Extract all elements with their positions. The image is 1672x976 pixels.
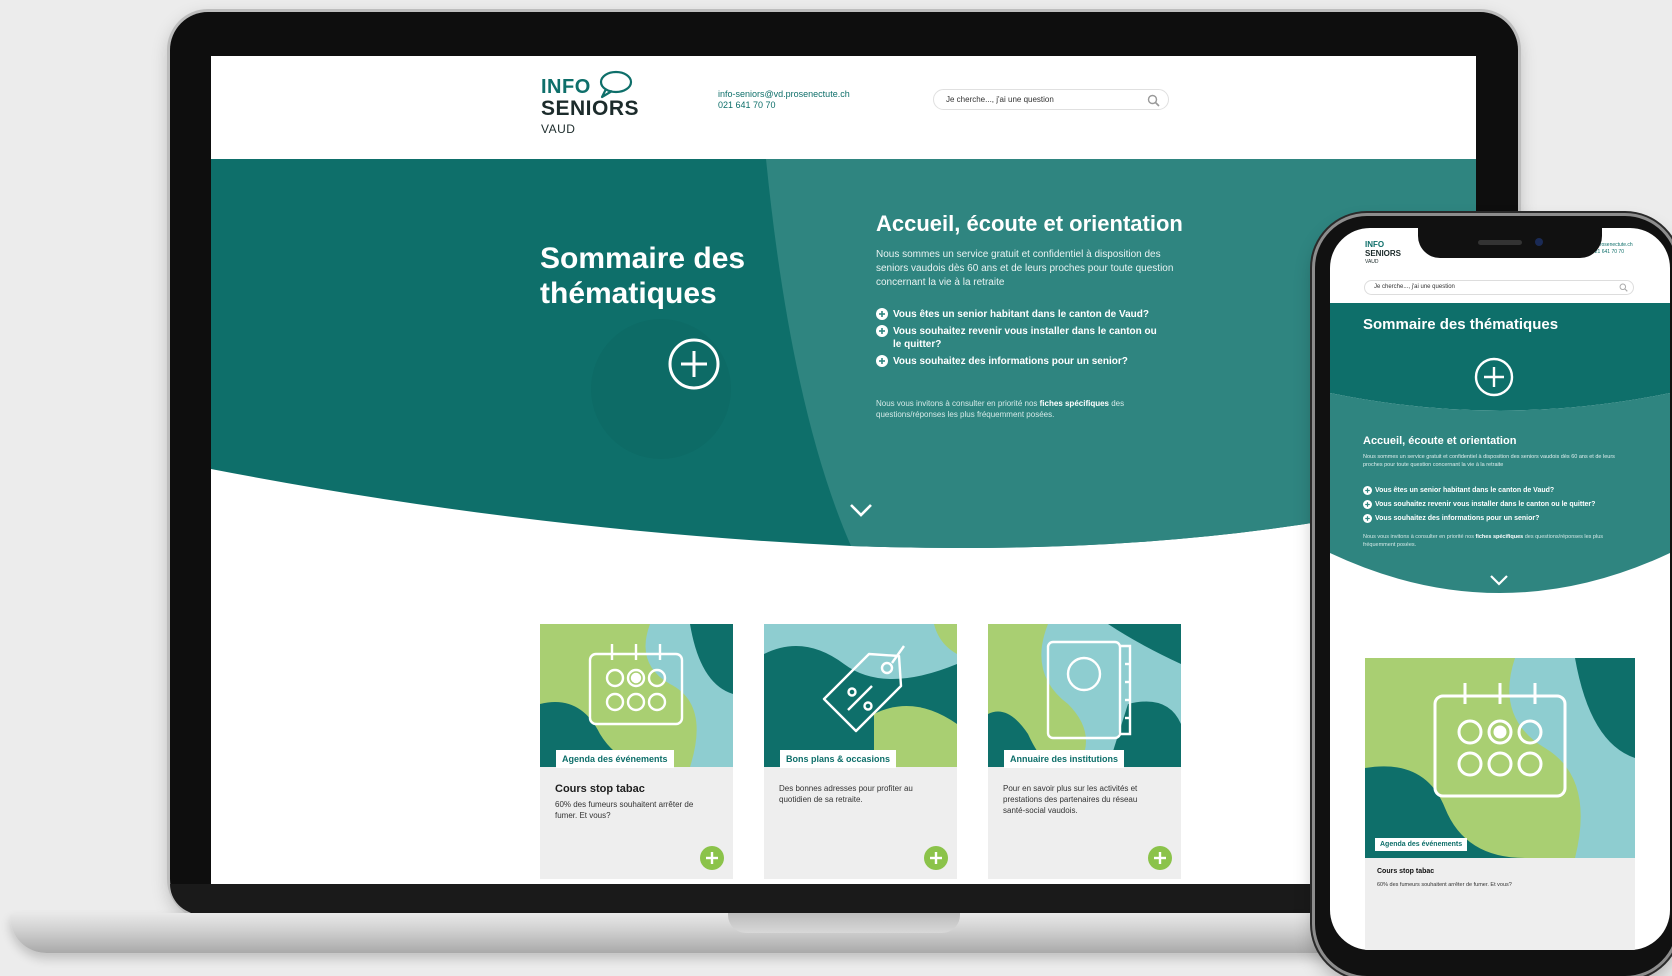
contact-phone[interactable]: 021 641 70 70	[718, 100, 850, 111]
phone-camera	[1535, 238, 1543, 246]
plus-circle-icon	[1363, 500, 1372, 509]
question-item[interactable]: Vous êtes un senior habitant dans le can…	[876, 308, 1166, 321]
mobile-card-description: 60% des fumeurs souhaitent arrêter de fu…	[1377, 882, 1512, 888]
card-tag: Agenda des événements	[556, 750, 674, 768]
phone-speaker	[1478, 240, 1522, 245]
hero-right-title: Accueil, écoute et orientation	[876, 211, 1183, 236]
mobile-question-item[interactable]: Vous êtes un senior habitant dans le can…	[1363, 486, 1643, 495]
plus-circle-icon	[1363, 486, 1372, 495]
mobile-logo-vaud: VAUD	[1365, 259, 1379, 265]
mobile-note-link[interactable]: fiches spécifiques	[1476, 534, 1524, 540]
mobile-question-list: Vous êtes un senior habitant dans le can…	[1363, 486, 1643, 528]
plus-circle-icon	[876, 355, 888, 367]
card-tag: Bons plans & occasions	[780, 750, 897, 768]
logo-line-seniors: SENIORS	[541, 97, 640, 120]
card-illustration	[540, 624, 733, 767]
question-list: Vous êtes un senior habitant dans le can…	[876, 308, 1166, 372]
mobile-question-text: Vous êtes un senior habitant dans le can…	[1375, 487, 1555, 494]
mobile-question-item[interactable]: Vous souhaitez revenir vous installer da…	[1363, 500, 1643, 509]
question-text: Vous souhaitez revenir vous installer da…	[893, 326, 1157, 350]
mobile-question-text: Vous souhaitez revenir vous installer da…	[1375, 501, 1596, 508]
card-title: Cours stop tabac	[555, 783, 645, 795]
logo-line-vaud: VAUD	[541, 122, 576, 136]
card-description: 60% des fumeurs souhaitent arrêter de fu…	[555, 800, 694, 820]
contact-email[interactable]: info-seniors@vd.prosenectute.ch	[718, 89, 850, 100]
site-header: INFO SENIORS VAUD info-seniors@vd.prosen…	[211, 56, 1476, 159]
mobile-note: Nous vous invitons à consulter en priori…	[1363, 533, 1633, 549]
question-text: Vous souhaitez des informations pour un …	[893, 356, 1128, 367]
search-icon[interactable]	[1147, 94, 1160, 107]
question-text: Vous êtes un senior habitant dans le can…	[893, 309, 1149, 320]
mobile-page: INFO SENIORS VAUD @prosenectute.ch 021 6…	[1330, 228, 1670, 950]
plus-circle-icon[interactable]	[700, 846, 724, 870]
mobile-logo-seniors: SENIORS	[1365, 249, 1402, 258]
search-input[interactable]: Je cherche..., j'ai une question	[933, 89, 1169, 110]
plus-circle-icon[interactable]	[924, 846, 948, 870]
mobile-contact-phone[interactable]: 021 641 70 70	[1592, 249, 1633, 256]
chevron-down-icon[interactable]	[848, 501, 874, 519]
speech-bubble-icon	[599, 70, 633, 99]
question-item[interactable]: Vous souhaitez revenir vous installer da…	[876, 325, 1166, 351]
plus-circle-icon[interactable]	[1148, 846, 1172, 870]
card-tag: Annuaire des institutions	[1004, 750, 1125, 768]
hero-intro: Nous sommes un service gratuit et confid…	[876, 249, 1174, 288]
hero-section	[211, 159, 1476, 591]
mobile-logo[interactable]: INFO SENIORS VAUD	[1365, 240, 1401, 267]
plus-circle-icon[interactable]	[1473, 356, 1515, 398]
mobile-logo-info: INFO	[1365, 240, 1385, 249]
mobile-search-placeholder: Je cherche..., j'ai une question	[1374, 284, 1455, 290]
hero-left-title: Sommaire des thématiques	[540, 242, 746, 310]
question-item[interactable]: Vous souhaitez des informations pour un …	[876, 355, 1166, 368]
plus-circle-icon	[876, 308, 888, 320]
site-logo[interactable]: INFO SENIORS VAUD	[541, 70, 671, 136]
card-annuaire[interactable]: Annuaire des institutions Pour en savoir…	[988, 624, 1181, 879]
note-text: Nous vous invitons à consulter en priori…	[876, 399, 1040, 408]
laptop-hinge-notch	[728, 913, 960, 933]
plus-circle-icon[interactable]	[666, 336, 722, 392]
card-description: Des bonnes adresses pour profiter au quo…	[779, 784, 913, 804]
desktop-page: INFO SENIORS VAUD info-seniors@vd.prosen…	[211, 56, 1476, 884]
mobile-question-item[interactable]: Vous souhaitez des informations pour un …	[1363, 514, 1643, 523]
hero-background	[211, 159, 1476, 549]
card-illustration	[988, 624, 1181, 767]
plus-circle-icon	[876, 325, 888, 337]
search-icon[interactable]	[1619, 283, 1628, 292]
mobile-intro: Nous sommes un service gratuit et confid…	[1363, 454, 1615, 468]
mobile-search-input[interactable]: Je cherche..., j'ai une question	[1364, 280, 1634, 295]
card-bons-plans[interactable]: Bons plans & occasions Des bonnes adress…	[764, 624, 957, 879]
chevron-down-icon[interactable]	[1489, 573, 1509, 587]
mobile-card-title: Cours stop tabac	[1377, 868, 1435, 875]
logo-line-info: INFO	[541, 76, 591, 98]
mobile-note-text: Nous vous invitons à consulter en priori…	[1363, 534, 1476, 540]
mobile-question-text: Vous souhaitez des informations pour un …	[1375, 515, 1540, 522]
mobile-card-agenda[interactable]: Agenda des événements Cours stop tabac 6…	[1365, 658, 1635, 950]
card-agenda[interactable]: Agenda des événements Cours stop tabac 6…	[540, 624, 733, 879]
mobile-title: Sommaire des thématiques	[1363, 316, 1559, 333]
plus-circle-icon	[1363, 514, 1372, 523]
note-link[interactable]: fiches spécifiques	[1040, 399, 1109, 408]
hero-note: Nous vous invitons à consulter en priori…	[876, 398, 1136, 420]
card-description: Pour en savoir plus sur les activités et…	[1003, 784, 1138, 815]
mobile-card-illustration	[1365, 658, 1635, 858]
search-placeholder: Je cherche..., j'ai une question	[946, 95, 1054, 104]
mobile-subtitle: Accueil, écoute et orientation	[1363, 435, 1517, 447]
card-illustration	[764, 624, 957, 767]
mobile-card-tag: Agenda des événements	[1375, 838, 1468, 851]
header-contact: info-seniors@vd.prosenectute.ch 021 641 …	[718, 89, 850, 111]
